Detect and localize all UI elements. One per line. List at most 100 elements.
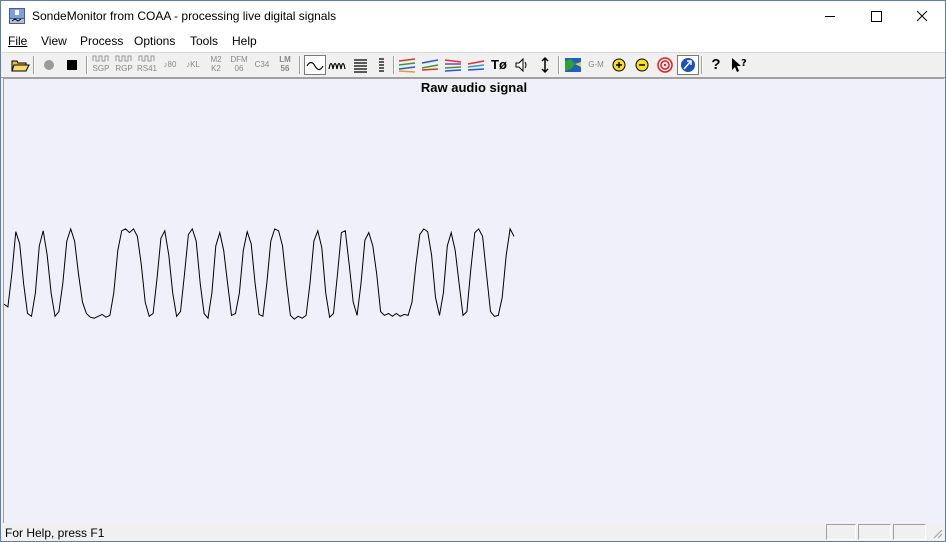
sonde-sgp-button[interactable]: SGP [90, 55, 112, 75]
status-bar: For Help, press F1 [1, 523, 945, 541]
line-graph-icon [467, 60, 485, 71]
context-help-button[interactable]: ? [728, 55, 750, 75]
graph-1-button[interactable] [396, 55, 418, 75]
stop-button[interactable] [61, 55, 83, 75]
waveform-icon [328, 62, 346, 70]
maximize-button[interactable] [853, 1, 899, 31]
sonde-lm56-label-1: LM [279, 55, 291, 64]
menu-file[interactable]: File [8, 34, 27, 48]
sonde-m2k2-label-2: K2 [211, 64, 221, 73]
sonde-sgp-label: SGP [92, 64, 110, 73]
open-button[interactable] [9, 55, 31, 75]
lines-icon [354, 59, 367, 73]
menu-options[interactable]: Options [134, 34, 175, 48]
up-down-arrow-icon [541, 56, 549, 74]
menu-options-label: Options [134, 34, 176, 48]
map-icon [565, 58, 581, 72]
multi-line-graph-icon [398, 58, 416, 73]
sonde-rgp-button[interactable]: RGP [113, 55, 135, 75]
speaker-icon [515, 57, 527, 73]
sonde-dfm06-label-2: 06 [234, 64, 244, 73]
sonde-lm56-button[interactable]: LM 56 [274, 55, 296, 75]
stop-icon [67, 60, 77, 70]
status-pane [893, 524, 926, 540]
target-icon [657, 57, 673, 73]
gm-label: G-M [588, 60, 604, 69]
maximize-icon [871, 11, 882, 22]
sonde-dfm06-button[interactable]: DFM 06 [228, 55, 250, 75]
multi-line-graph-icon [444, 59, 462, 72]
resize-grip-icon[interactable] [931, 527, 943, 539]
close-icon [916, 10, 928, 22]
menu-file-label: File [8, 34, 28, 48]
help-button[interactable]: ? [705, 55, 727, 75]
close-button[interactable] [899, 1, 945, 31]
record-icon [44, 60, 54, 70]
toolbar: SGP RGP RS41 ♪80 ♪KL M2 K2 DFM 06 C34 LM 56 [1, 52, 945, 78]
toolbar-separator [558, 56, 560, 74]
menu-process-label: Process [80, 34, 124, 48]
toolbar-separator [86, 56, 88, 74]
plot-area: Raw audio signal [3, 78, 944, 523]
sonde-rs41-label: RS41 [136, 64, 157, 73]
menu-help[interactable]: Help [232, 34, 257, 48]
temperature-icon: Tø [491, 57, 507, 72]
sonde-lm56-label-2: 56 [280, 64, 290, 73]
track-button[interactable] [677, 55, 699, 75]
sonde-rs41-button[interactable]: RS41 [136, 55, 158, 75]
minimize-button[interactable] [807, 1, 853, 31]
sonde-dfm06-label-1: DFM [230, 55, 248, 64]
menu-bar: File View Process Options Tools Help [1, 31, 945, 52]
sonde-rgp-label: RGP [115, 64, 133, 73]
graph-2-button[interactable] [419, 55, 441, 75]
sonde-c34-button[interactable]: C34 [251, 55, 273, 75]
compass-arrow-icon [681, 58, 695, 72]
pulse-icon [92, 55, 109, 62]
sonde-m2k2-label-1: M2 [210, 55, 222, 64]
menu-process[interactable]: Process [80, 34, 123, 48]
menu-tools-label: Tools [190, 34, 219, 48]
altitude-button[interactable] [534, 55, 556, 75]
sine-wave-icon [306, 61, 324, 71]
frames-view-button[interactable] [371, 55, 393, 75]
minimize-icon [825, 16, 835, 17]
menu-view-label: View [41, 34, 67, 48]
pulse-icon [138, 55, 155, 62]
gm-button[interactable]: G-M [585, 55, 607, 75]
zoom-in-button[interactable] [608, 55, 630, 75]
menu-tools[interactable]: Tools [190, 34, 218, 48]
menu-view[interactable]: View [41, 34, 67, 48]
sonde-c34-label: C34 [254, 60, 270, 69]
sonde-80-button[interactable]: ♪80 [159, 55, 181, 75]
app-window: SondeMonitor from COAA - processing live… [0, 0, 946, 542]
graph-4-button[interactable] [465, 55, 487, 75]
temperature-button[interactable]: Tø [488, 55, 510, 75]
toolbar-separator [701, 56, 703, 74]
raw-audio-plot [4, 227, 515, 320]
toolbar-separator [299, 56, 301, 74]
bits-view-button[interactable] [350, 55, 372, 75]
status-text: For Help, press F1 [5, 526, 105, 540]
menu-help-label: Help [232, 34, 257, 48]
open-folder-icon [11, 60, 30, 72]
sonde-m2k2-button[interactable]: M2 K2 [205, 55, 227, 75]
filtered-view-button[interactable] [327, 55, 349, 75]
zoom-in-icon [612, 58, 626, 72]
status-pane [826, 524, 856, 540]
raw-audio-view-button[interactable] [304, 55, 326, 75]
sound-button[interactable] [511, 55, 533, 75]
record-button[interactable] [38, 55, 60, 75]
zoom-out-icon [635, 58, 649, 72]
sonde-80-label: 80 [167, 60, 177, 69]
target-button[interactable] [654, 55, 676, 75]
toolbar-separator [33, 56, 35, 74]
sonde-kl-button[interactable]: ♪KL [182, 55, 204, 75]
graph-3-button[interactable] [442, 55, 464, 75]
help-icon: ? [711, 56, 721, 73]
pointer-help-icon: ? [732, 58, 747, 72]
zoom-out-button[interactable] [631, 55, 653, 75]
map-button[interactable] [562, 55, 584, 75]
app-icon [9, 8, 25, 24]
line-graph-icon [421, 59, 439, 71]
title-bar[interactable]: SondeMonitor from COAA - processing live… [1, 1, 945, 31]
